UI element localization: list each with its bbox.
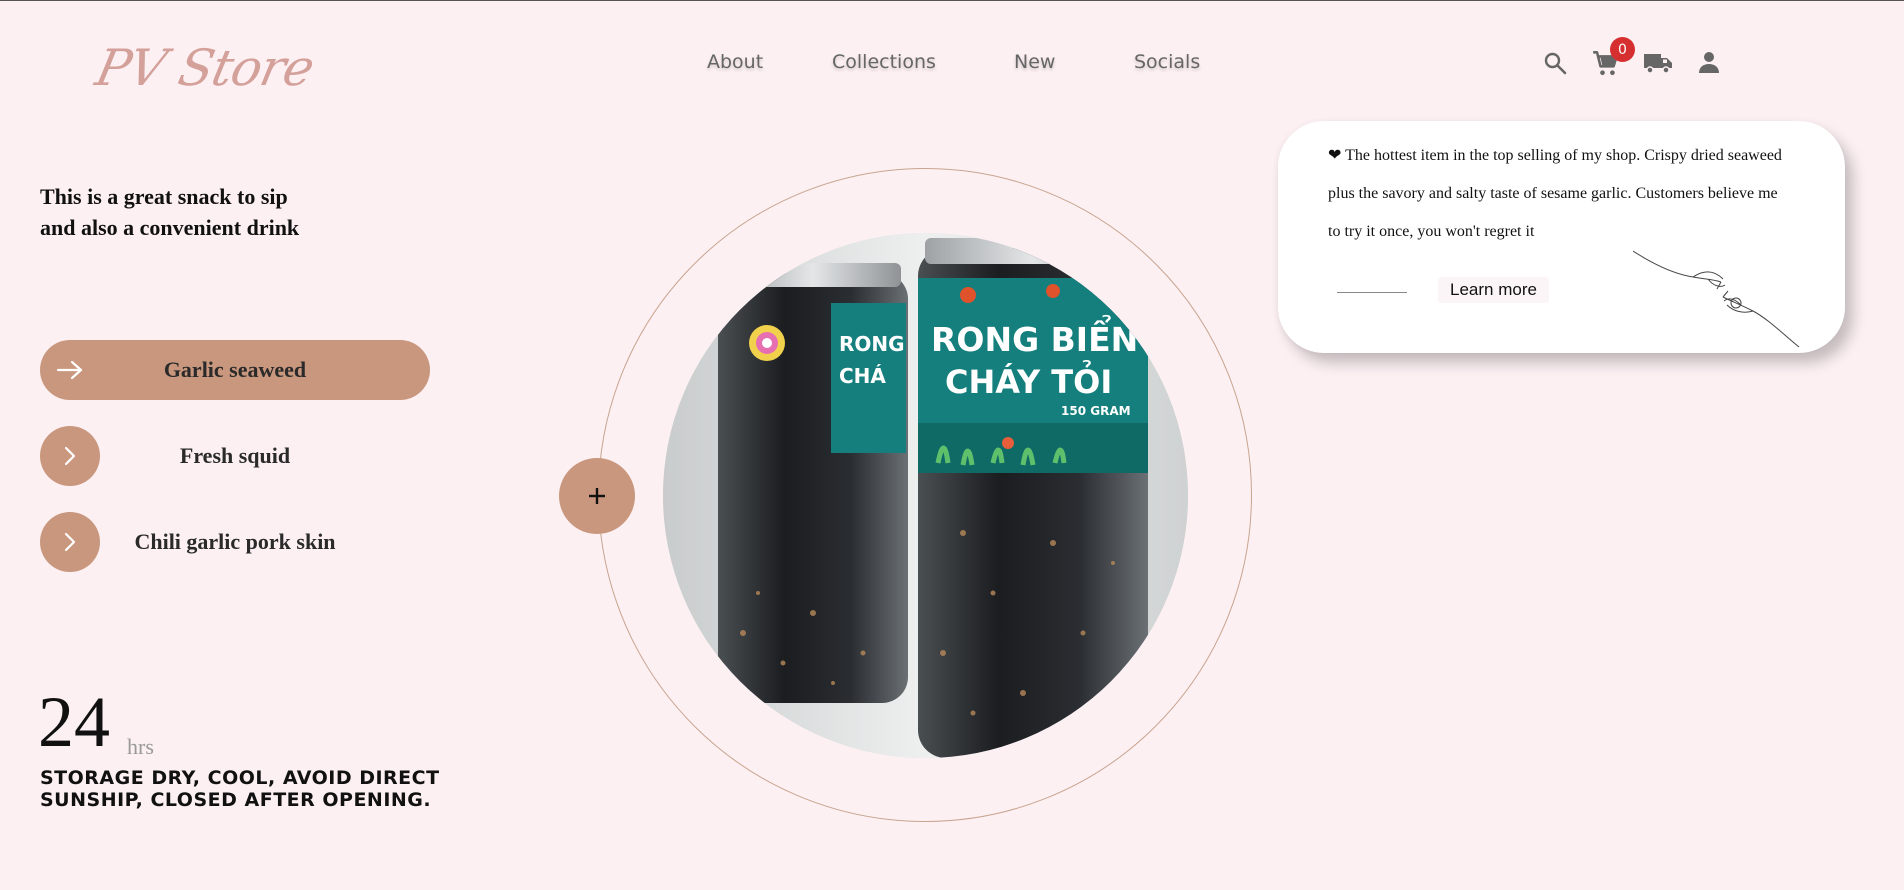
search-icon[interactable] (1543, 51, 1567, 75)
truck-icon[interactable] (1643, 51, 1673, 75)
user-icon[interactable] (1697, 50, 1721, 74)
featured-info-card: ❤ The hottest item in the top selling of… (1278, 121, 1845, 353)
learn-more-button[interactable]: Learn more (1438, 277, 1549, 303)
product-photo: RONG CHÁ RONG BIỂN CHÁY TỎI 150 GRAM (663, 233, 1188, 758)
product-label-weight: 150 GRAM (1061, 404, 1131, 418)
menu-item-label: Chili garlic pork skin (134, 529, 336, 554)
product-label-line-2: CHÁY TỎI (945, 359, 1112, 401)
storage-note: STORAGE DRY, COOL, AVOID DIRECT SUNSHIP,… (40, 767, 440, 811)
nav-new[interactable]: New (1014, 51, 1055, 73)
card-divider (1337, 292, 1407, 293)
menu-item-label: Garlic seaweed (163, 357, 307, 382)
nav-about[interactable]: About (707, 51, 763, 73)
intro-line-1: This is a great snack to sip (40, 184, 288, 209)
nav-socials[interactable]: Socials (1134, 51, 1200, 73)
nav-collections[interactable]: Collections (832, 51, 936, 73)
product-label-line-1: RONG BIỂN (931, 314, 1138, 359)
card-description: ❤ The hottest item in the top selling of… (1328, 147, 1782, 240)
hands-illustration-icon (1633, 250, 1800, 348)
plus-icon (589, 488, 605, 504)
product-image: RONG CHÁ RONG BIỂN CHÁY TỎI 150 GRAM (663, 233, 1188, 758)
side-label-2: CHÁ (839, 364, 886, 388)
side-label-1: RONG (839, 332, 905, 356)
add-to-cart-button[interactable] (559, 458, 635, 534)
intro-line-2: and also a convenient drink (40, 215, 300, 240)
menu-item-label: Fresh squid (179, 443, 291, 468)
intro-text: This is a great snack to sip and also a … (40, 181, 340, 243)
storage-hours-number: 24 (38, 682, 110, 762)
storage-hours-unit: hrs (127, 734, 154, 759)
brand-logo[interactable]: PV Store (91, 39, 319, 97)
cart-count-badge: 0 (1610, 37, 1635, 62)
